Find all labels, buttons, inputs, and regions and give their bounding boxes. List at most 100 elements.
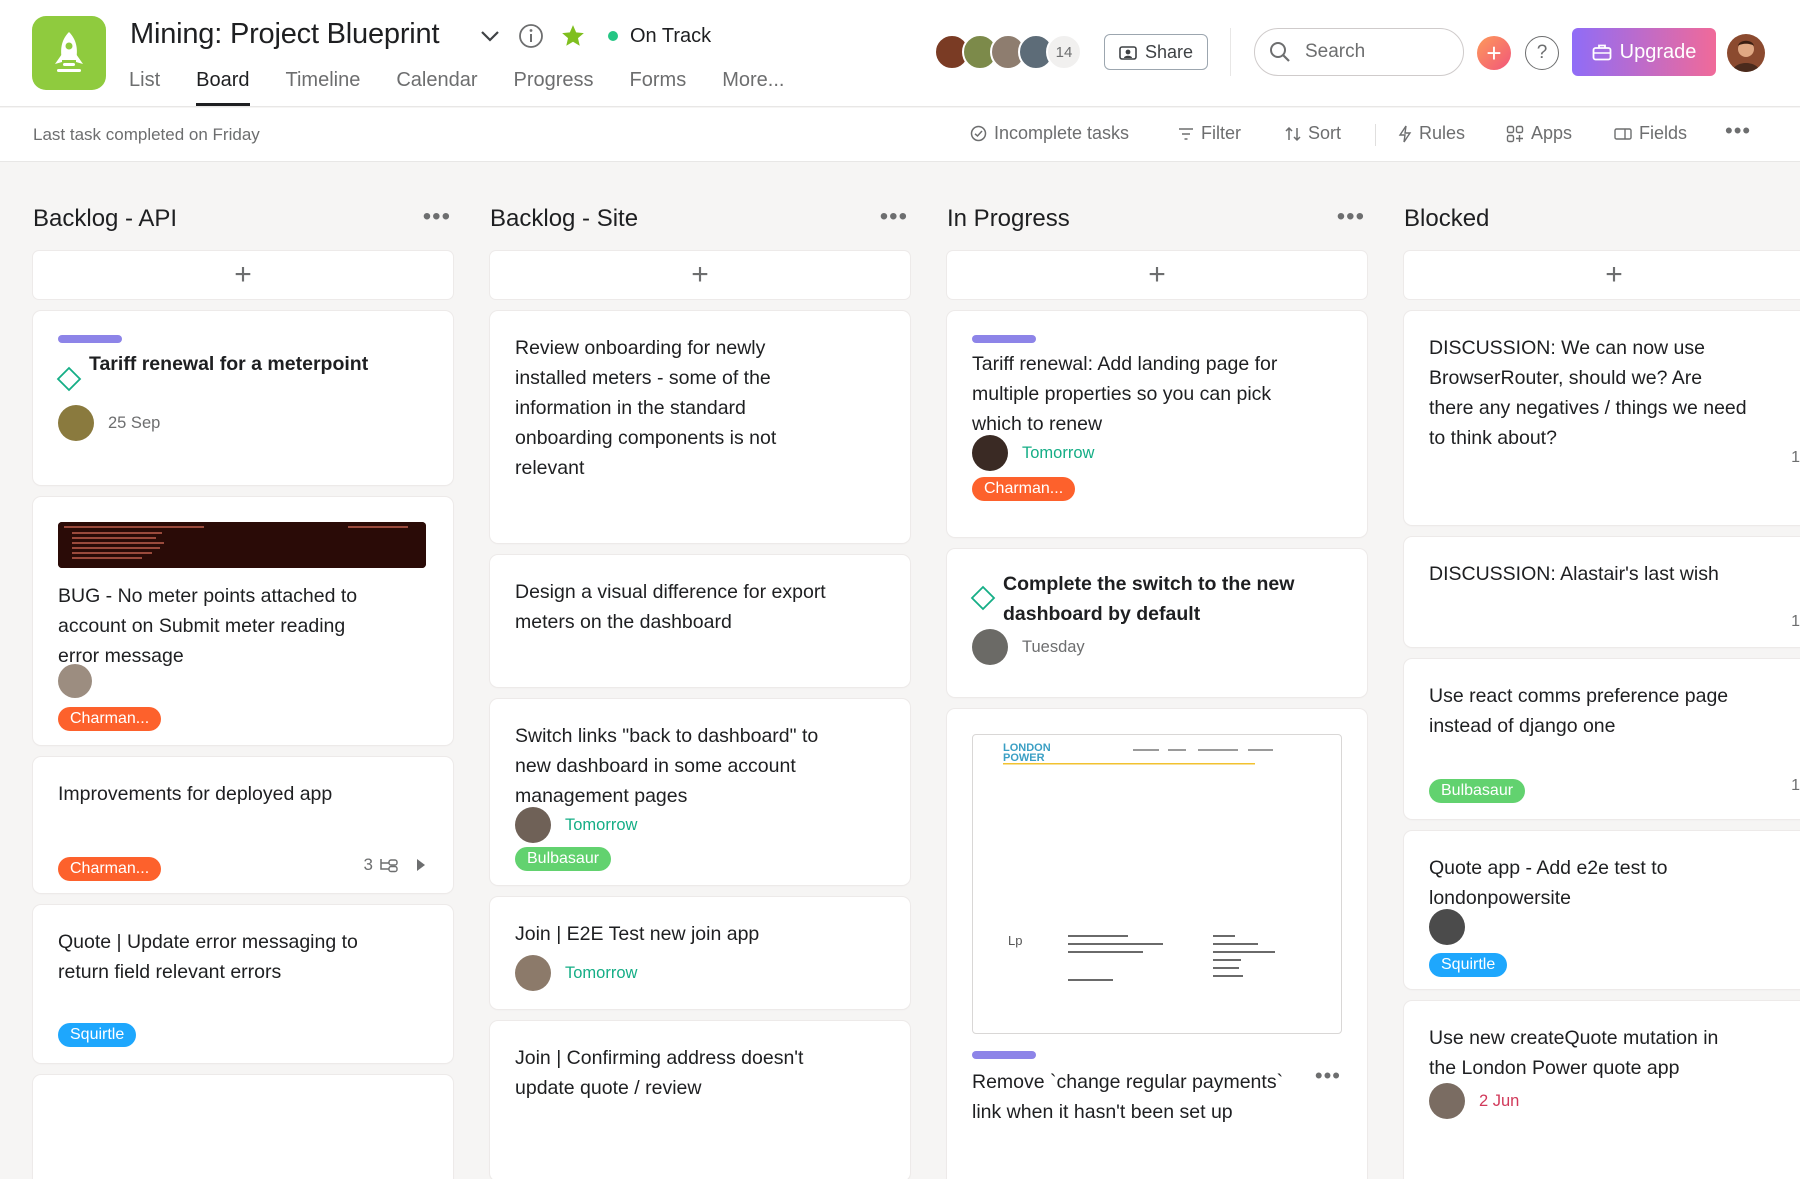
assignee-avatar[interactable]	[515, 807, 551, 843]
search-input[interactable]	[1305, 41, 1445, 63]
tag-squirtle[interactable]: Squirtle	[1429, 953, 1508, 977]
board: Backlog - API ••• + Tariff renewal for a…	[0, 163, 1800, 1179]
column-title[interactable]: Backlog - API	[33, 205, 177, 233]
comment-count[interactable]: 1	[1791, 613, 1800, 631]
tool-label: Fields	[1639, 123, 1688, 143]
tab-list[interactable]: List	[129, 66, 160, 106]
tab-progress[interactable]: Progress	[514, 66, 594, 106]
task-card[interactable]: LONDON POWER Lp Remove `change regular p…	[947, 709, 1367, 1179]
tag-squirtle[interactable]: Squirtle	[58, 1023, 137, 1047]
assignee-avatar[interactable]	[1429, 1083, 1465, 1119]
column-more-icon[interactable]: •••	[880, 203, 908, 231]
task-card[interactable]: Design a visual difference for export me…	[490, 555, 910, 687]
task-card[interactable]	[33, 1075, 453, 1179]
task-title: Remove `change regular payments` link wh…	[972, 1071, 1284, 1123]
divider	[1230, 28, 1231, 76]
tab-board[interactable]: Board	[196, 66, 250, 106]
tab-forms[interactable]: Forms	[630, 66, 687, 106]
task-title: Switch links "back to dashboard" to new …	[515, 725, 819, 807]
assignee-avatar[interactable]	[58, 405, 94, 441]
tag-charman[interactable]: Charman...	[58, 857, 162, 881]
task-card[interactable]: BUG - No meter points attached to accoun…	[33, 497, 453, 745]
subtask-count[interactable]: 3	[364, 855, 427, 875]
last-completed-text: Last task completed on Friday	[33, 125, 260, 144]
tab-timeline[interactable]: Timeline	[286, 66, 361, 106]
task-title: Design a visual difference for export me…	[515, 581, 826, 633]
task-card[interactable]: Quote | Update error messaging to return…	[33, 905, 453, 1063]
assignee-avatar[interactable]	[972, 435, 1008, 471]
task-title: Complete the switch to the new dashboard…	[1003, 573, 1295, 625]
assignee-avatar[interactable]	[58, 664, 92, 698]
rocket-icon[interactable]	[32, 16, 106, 90]
milestone-icon[interactable]	[56, 366, 82, 392]
tag-charman[interactable]: Charman...	[972, 477, 1076, 501]
card-more-icon[interactable]: •••	[1315, 1063, 1341, 1089]
task-card[interactable]: DISCUSSION: Alastair's last wish 1	[1404, 537, 1800, 647]
column-more-icon[interactable]: •••	[423, 203, 451, 231]
due-date: 2 Jun	[1479, 1091, 1520, 1110]
upgrade-button[interactable]: Upgrade	[1572, 28, 1716, 76]
comment-count[interactable]: 1	[1791, 777, 1800, 795]
task-meta	[58, 663, 92, 699]
column-header: Blocked	[1404, 205, 1800, 235]
due-date: Tomorrow	[1022, 443, 1095, 462]
column-title[interactable]: Backlog - Site	[490, 205, 638, 233]
milestone-icon[interactable]	[970, 585, 996, 611]
chevron-down-icon[interactable]	[478, 22, 502, 50]
column-more-icon[interactable]: •••	[1337, 203, 1365, 231]
tag-bulbasaur[interactable]: Bulbasaur	[1429, 779, 1526, 803]
task-card[interactable]: Join | E2E Test new join app Tomorrow	[490, 897, 910, 1009]
help-icon[interactable]: ?	[1525, 36, 1559, 70]
project-members[interactable]: 14	[934, 34, 1082, 70]
column-header: In Progress •••	[947, 203, 1369, 235]
sort-button[interactable]: Sort	[1285, 123, 1341, 144]
add-task-button[interactable]: +	[33, 251, 453, 299]
status-dot-icon	[608, 31, 618, 41]
user-avatar[interactable]	[1727, 34, 1765, 72]
task-card[interactable]: Complete the switch to the new dashboard…	[947, 549, 1367, 697]
add-task-button[interactable]: +	[1404, 251, 1800, 299]
quick-add-button[interactable]: +	[1477, 36, 1511, 70]
task-card[interactable]: Use new createQuote mutation in the Lond…	[1404, 1001, 1800, 1179]
star-icon[interactable]	[559, 22, 587, 50]
rules-button[interactable]: Rules	[1398, 123, 1465, 144]
comment-count[interactable]: 1	[1791, 449, 1800, 467]
assignee-avatar[interactable]	[972, 629, 1008, 665]
add-task-button[interactable]: +	[947, 251, 1367, 299]
search-icon	[1270, 42, 1290, 62]
accent-bar	[972, 335, 1036, 343]
task-card[interactable]: Tariff renewal for a meterpoint 25 Sep	[33, 311, 453, 485]
more-options-icon[interactable]: •••	[1725, 118, 1751, 144]
add-task-button[interactable]: +	[490, 251, 910, 299]
board-toolbar: Last task completed on Friday Incomplete…	[0, 108, 1800, 162]
task-card[interactable]: Join | Confirming address doesn't update…	[490, 1021, 910, 1179]
task-card[interactable]: Review onboarding for newly installed me…	[490, 311, 910, 543]
task-meta: Tomorrow	[972, 435, 1094, 471]
tag-bulbasaur[interactable]: Bulbasaur	[515, 847, 612, 871]
tab-calendar[interactable]: Calendar	[396, 66, 477, 106]
share-button[interactable]: Share	[1104, 34, 1209, 70]
apps-button[interactable]: Apps	[1506, 123, 1572, 144]
tag-charman[interactable]: Charman...	[58, 707, 162, 731]
assignee-avatar[interactable]	[515, 955, 551, 991]
fields-button[interactable]: Fields	[1614, 123, 1687, 144]
task-card[interactable]: Use react comms preference page instead …	[1404, 659, 1800, 819]
task-card[interactable]: Tariff renewal: Add landing page for mul…	[947, 311, 1367, 537]
column-title[interactable]: Blocked	[1404, 205, 1489, 233]
task-card[interactable]: Improvements for deployed app Charman...…	[33, 757, 453, 893]
incomplete-tasks-filter[interactable]: Incomplete tasks	[970, 123, 1129, 144]
tab-more[interactable]: More...	[722, 66, 784, 106]
task-card[interactable]: DISCUSSION: We can now use BrowserRouter…	[1404, 311, 1800, 525]
project-title[interactable]: Mining: Project Blueprint	[130, 18, 440, 51]
task-card[interactable]: Switch links "back to dashboard" to new …	[490, 699, 910, 885]
assignee-avatar[interactable]	[1429, 909, 1465, 945]
project-status[interactable]: On Track	[608, 22, 711, 50]
check-circle-icon	[970, 125, 987, 142]
search-box[interactable]	[1254, 28, 1464, 76]
column-title[interactable]: In Progress	[947, 205, 1070, 233]
due-date: Tomorrow	[565, 963, 638, 982]
filter-button[interactable]: Filter	[1178, 123, 1241, 144]
task-card[interactable]: Quote app - Add e2e test to londonpowers…	[1404, 831, 1800, 989]
info-icon[interactable]	[517, 22, 545, 50]
subtask-number: 3	[363, 855, 373, 874]
